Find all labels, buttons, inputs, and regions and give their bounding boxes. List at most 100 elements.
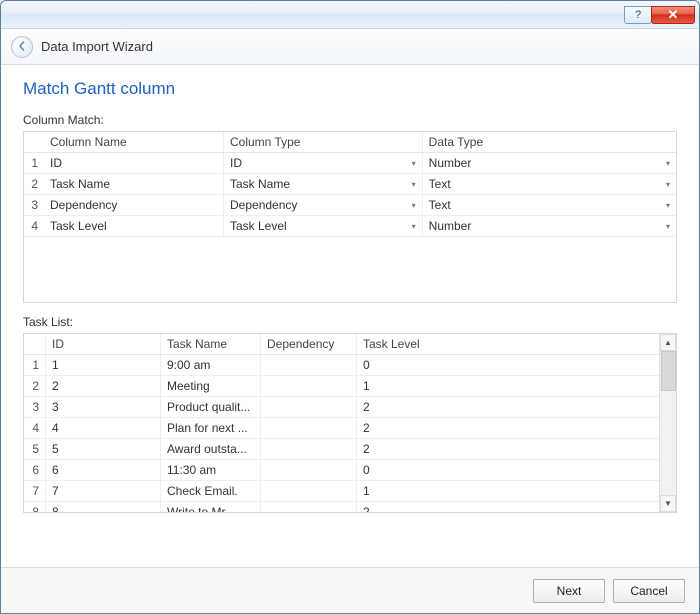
task-row[interactable]: 5 5 Award outsta... 2	[24, 439, 659, 460]
match-header-name[interactable]: Column Name	[44, 132, 224, 152]
data-type-value: Text	[429, 198, 451, 212]
task-name-cell: Meeting	[161, 376, 261, 396]
content-area: Match Gantt column Column Match: Column …	[1, 65, 699, 567]
cancel-button[interactable]: Cancel	[613, 579, 685, 603]
match-row[interactable]: 3 Dependency Dependency ▾ Text ▾	[24, 195, 676, 216]
task-dep-cell	[261, 439, 357, 459]
row-number: 8	[24, 502, 46, 512]
task-id-cell: 3	[46, 397, 161, 417]
match-header-type[interactable]: Column Type	[224, 132, 423, 152]
chevron-down-icon: ▾	[408, 180, 416, 189]
match-row[interactable]: 4 Task Level Task Level ▾ Number ▾	[24, 216, 676, 237]
task-name-cell: Check Email.	[161, 481, 261, 501]
task-dep-cell	[261, 355, 357, 375]
titlebar-buttons: ? ✕	[625, 6, 695, 24]
close-icon: ✕	[668, 7, 679, 23]
scroll-up-button[interactable]: ▲	[660, 334, 676, 351]
task-dep-cell	[261, 460, 357, 480]
task-list-body: ID Task Name Dependency Task Level 1 1 9…	[24, 334, 659, 512]
column-name-cell[interactable]: Dependency	[44, 195, 224, 215]
chevron-up-icon: ▲	[664, 338, 672, 347]
task-header-name[interactable]: Task Name	[161, 334, 261, 354]
next-button[interactable]: Next	[533, 579, 605, 603]
task-id-cell: 2	[46, 376, 161, 396]
close-button[interactable]: ✕	[651, 6, 695, 24]
wizard-title: Data Import Wizard	[41, 39, 153, 54]
task-lvl-cell: 0	[357, 355, 659, 375]
task-row[interactable]: 6 6 11:30 am 0	[24, 460, 659, 481]
match-header-dtype[interactable]: Data Type	[423, 132, 676, 152]
task-row[interactable]: 1 1 9:00 am 0	[24, 355, 659, 376]
task-dep-cell	[261, 397, 357, 417]
task-id-cell: 8	[46, 502, 161, 512]
task-list-label: Task List:	[23, 315, 677, 329]
column-type-value: ID	[230, 156, 242, 170]
task-id-cell: 1	[46, 355, 161, 375]
row-number: 4	[24, 216, 44, 236]
match-header-rownum	[24, 132, 44, 152]
data-type-dropdown[interactable]: Number ▾	[423, 153, 676, 173]
chevron-down-icon: ▾	[662, 180, 670, 189]
task-dep-cell	[261, 418, 357, 438]
task-id-cell: 6	[46, 460, 161, 480]
task-name-cell: 11:30 am	[161, 460, 261, 480]
data-type-value: Number	[429, 219, 472, 233]
row-number: 4	[24, 418, 46, 438]
back-arrow-icon	[17, 40, 27, 54]
match-header-row: Column Name Column Type Data Type	[24, 132, 676, 153]
column-match-grid: Column Name Column Type Data Type 1 ID I…	[23, 131, 677, 303]
data-type-dropdown[interactable]: Text ▾	[423, 174, 676, 194]
column-type-dropdown[interactable]: ID ▾	[224, 153, 423, 173]
wizard-footer: Next Cancel	[1, 567, 699, 613]
task-dep-cell	[261, 481, 357, 501]
match-row[interactable]: 2 Task Name Task Name ▾ Text ▾	[24, 174, 676, 195]
chevron-down-icon: ▾	[662, 201, 670, 210]
task-row[interactable]: 4 4 Plan for next ... 2	[24, 418, 659, 439]
column-name-cell[interactable]: ID	[44, 153, 224, 173]
task-id-cell: 4	[46, 418, 161, 438]
task-name-cell: 9:00 am	[161, 355, 261, 375]
task-row[interactable]: 7 7 Check Email. 1	[24, 481, 659, 502]
column-type-dropdown[interactable]: Task Level ▾	[224, 216, 423, 236]
chevron-down-icon: ▾	[408, 201, 416, 210]
data-type-value: Number	[429, 156, 472, 170]
task-name-cell: Plan for next ...	[161, 418, 261, 438]
task-list-scrollbar[interactable]: ▲ ▼	[659, 334, 676, 512]
task-id-cell: 7	[46, 481, 161, 501]
chevron-down-icon: ▾	[408, 222, 416, 231]
scroll-thumb[interactable]	[661, 351, 676, 391]
task-lvl-cell: 2	[357, 418, 659, 438]
chevron-down-icon: ▾	[662, 159, 670, 168]
column-name-cell[interactable]: Task Level	[44, 216, 224, 236]
chevron-down-icon: ▼	[664, 499, 672, 508]
row-number: 5	[24, 439, 46, 459]
data-type-dropdown[interactable]: Number ▾	[423, 216, 676, 236]
column-match-label: Column Match:	[23, 113, 677, 127]
task-lvl-cell: 2	[357, 502, 659, 512]
task-header-id[interactable]: ID	[46, 334, 161, 354]
column-type-dropdown[interactable]: Dependency ▾	[224, 195, 423, 215]
task-header-lvl[interactable]: Task Level	[357, 334, 659, 354]
task-row[interactable]: 3 3 Product qualit... 2	[24, 397, 659, 418]
task-dep-cell	[261, 376, 357, 396]
back-button[interactable]	[11, 36, 33, 58]
titlebar[interactable]: ? ✕	[1, 1, 699, 29]
data-type-value: Text	[429, 177, 451, 191]
task-row[interactable]: 2 2 Meeting 1	[24, 376, 659, 397]
task-lvl-cell: 2	[357, 439, 659, 459]
task-row[interactable]: 8 8 Write to Mr. ... 2	[24, 502, 659, 512]
task-lvl-cell: 0	[357, 460, 659, 480]
row-number: 3	[24, 397, 46, 417]
column-type-value: Task Level	[230, 219, 287, 233]
task-list-grid: ID Task Name Dependency Task Level 1 1 9…	[23, 333, 677, 513]
column-name-cell[interactable]: Task Name	[44, 174, 224, 194]
column-type-dropdown[interactable]: Task Name ▾	[224, 174, 423, 194]
match-row[interactable]: 1 ID ID ▾ Number ▾	[24, 153, 676, 174]
task-dep-cell	[261, 502, 357, 512]
help-icon: ?	[635, 9, 641, 21]
scroll-down-button[interactable]: ▼	[660, 495, 676, 512]
data-type-dropdown[interactable]: Text ▾	[423, 195, 676, 215]
help-button[interactable]: ?	[624, 6, 652, 24]
task-header-dep[interactable]: Dependency	[261, 334, 357, 354]
row-number: 1	[24, 153, 44, 173]
